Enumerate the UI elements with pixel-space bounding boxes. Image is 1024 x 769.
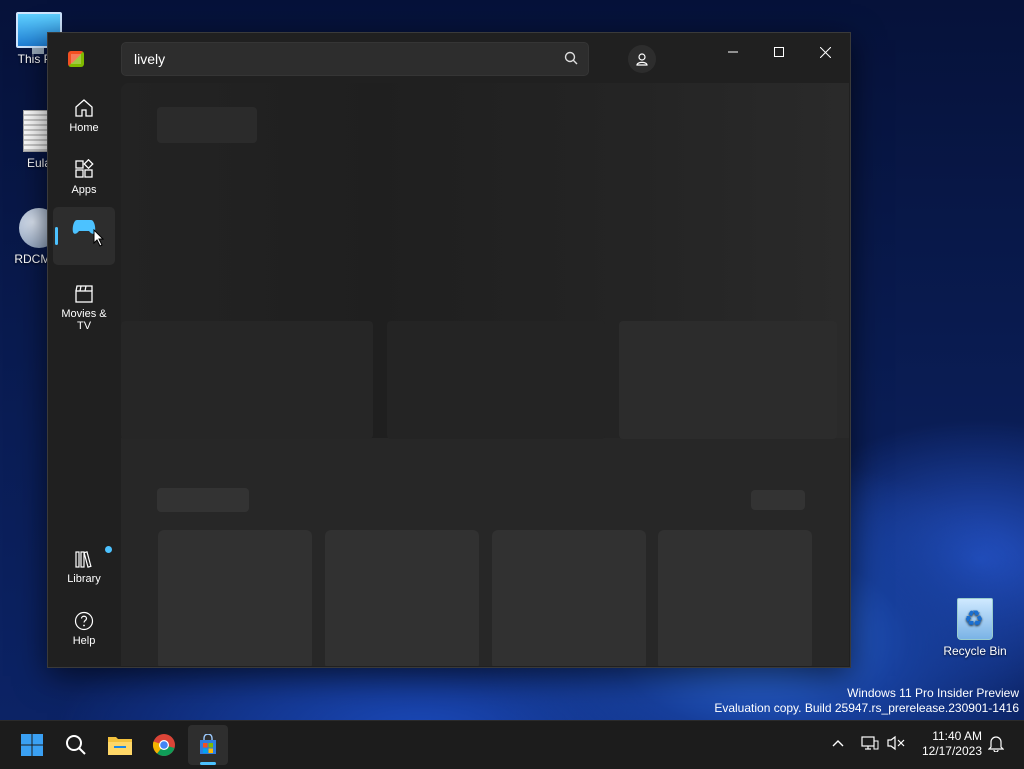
file-explorer-icon bbox=[108, 737, 132, 755]
microsoft-store-button[interactable] bbox=[188, 725, 228, 765]
nav-label: Apps bbox=[71, 184, 97, 196]
search-icon[interactable] bbox=[564, 51, 578, 65]
nav-gaming[interactable] bbox=[53, 207, 115, 265]
nav-library[interactable]: Library bbox=[53, 540, 115, 598]
hero-tile-placeholder bbox=[121, 321, 373, 439]
help-icon bbox=[74, 611, 94, 631]
desktop-icon-recycle-bin[interactable]: Recycle Bin bbox=[940, 598, 1010, 658]
clock[interactable]: 11:40 AM 12/17/2023 bbox=[906, 729, 982, 759]
search-box[interactable] bbox=[121, 42, 589, 76]
recycle-bin-icon bbox=[957, 598, 993, 640]
minimize-icon bbox=[728, 51, 738, 53]
store-icon bbox=[200, 734, 216, 754]
nav-movies-tv[interactable]: Movies & TV bbox=[53, 275, 115, 333]
network-button[interactable] bbox=[858, 731, 882, 755]
chrome-icon bbox=[152, 734, 175, 756]
card-placeholder bbox=[658, 530, 812, 666]
account-button[interactable] bbox=[628, 45, 656, 73]
taskbar-search-button[interactable] bbox=[56, 725, 96, 765]
watermark-line: Windows 11 Pro Insider Preview bbox=[847, 686, 1019, 700]
hero-tile-placeholder bbox=[387, 321, 605, 439]
nav-label: Help bbox=[72, 635, 96, 647]
start-button[interactable] bbox=[12, 725, 52, 765]
volume-muted-icon bbox=[887, 735, 905, 751]
apps-icon bbox=[75, 159, 94, 178]
close-icon bbox=[819, 46, 831, 58]
nav-label: Movies & TV bbox=[61, 308, 107, 332]
content-loading-skeleton bbox=[121, 83, 849, 666]
title-placeholder bbox=[157, 107, 257, 143]
card-placeholder bbox=[325, 530, 479, 666]
card-placeholder bbox=[492, 530, 646, 666]
notification-dot bbox=[105, 546, 112, 553]
maximize-button[interactable] bbox=[756, 37, 802, 67]
network-icon bbox=[861, 736, 879, 750]
nav-help[interactable]: Help bbox=[53, 602, 115, 660]
nav-home[interactable]: Home bbox=[53, 89, 115, 147]
search-input[interactable] bbox=[132, 43, 556, 75]
nav-apps[interactable]: Apps bbox=[53, 151, 115, 209]
clock-time: 11:40 AM bbox=[932, 729, 982, 743]
see-all-placeholder bbox=[751, 490, 805, 510]
movies-icon bbox=[75, 285, 93, 303]
home-icon bbox=[75, 99, 93, 117]
store-logo-icon bbox=[68, 51, 84, 67]
close-button[interactable] bbox=[802, 37, 848, 67]
minimize-button[interactable] bbox=[710, 37, 756, 67]
volume-button[interactable] bbox=[884, 731, 908, 755]
start-icon bbox=[21, 734, 43, 756]
watermark-line: Evaluation copy. Build 25947.rs_prerelea… bbox=[714, 701, 1019, 715]
clock-date: 12/17/2023 bbox=[921, 744, 982, 758]
chevron-up-icon bbox=[832, 740, 844, 747]
maximize-icon bbox=[774, 47, 784, 57]
mouse-cursor-icon bbox=[93, 229, 105, 247]
library-icon bbox=[75, 551, 92, 568]
taskbar: 11:40 AM 12/17/2023 bbox=[0, 720, 1024, 769]
hero-tile-placeholder bbox=[619, 321, 837, 439]
show-hidden-icons-button[interactable] bbox=[826, 731, 850, 755]
account-icon bbox=[636, 53, 648, 66]
desktop-icon-label: Recycle Bin bbox=[943, 644, 1007, 658]
windows-watermark: Windows 11 Pro Insider Preview Evaluatio… bbox=[714, 686, 1019, 716]
search-icon bbox=[66, 735, 86, 755]
nav-label: Library bbox=[67, 573, 101, 585]
section-title-placeholder bbox=[157, 488, 249, 512]
notifications-button[interactable] bbox=[984, 731, 1008, 755]
chrome-button[interactable] bbox=[144, 725, 184, 765]
bell-icon bbox=[988, 736, 1004, 752]
card-placeholder bbox=[158, 530, 312, 666]
microsoft-store-window: Home Apps bbox=[47, 32, 851, 668]
nav-label: Home bbox=[69, 122, 99, 134]
file-explorer-button[interactable] bbox=[100, 725, 140, 765]
